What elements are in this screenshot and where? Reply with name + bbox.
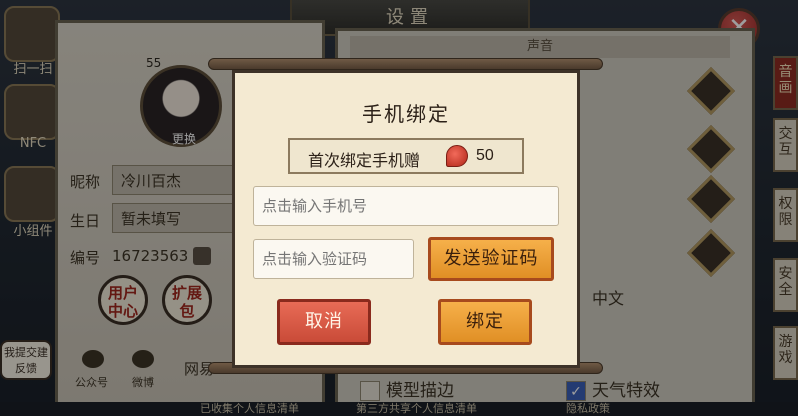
magatama-jade-icon <box>446 145 468 167</box>
binding-bonus-banner: 首次绑定手机赠 50 <box>288 138 524 174</box>
cancel-button[interactable]: 取消 <box>277 299 371 345</box>
bonus-text: 首次绑定手机赠 <box>308 151 421 170</box>
scroll-top-rod <box>208 58 603 70</box>
bonus-amount: 50 <box>476 147 494 164</box>
bind-button[interactable]: 绑定 <box>438 299 532 345</box>
verification-code-input[interactable] <box>253 239 414 279</box>
dialog-title: 手机绑定 <box>362 102 450 126</box>
send-code-button[interactable]: 发送验证码 <box>428 237 554 281</box>
phone-binding-dialog: 手机绑定 首次绑定手机赠 50 发送验证码 取消 绑定 <box>232 70 580 368</box>
phone-number-input[interactable] <box>253 186 559 226</box>
